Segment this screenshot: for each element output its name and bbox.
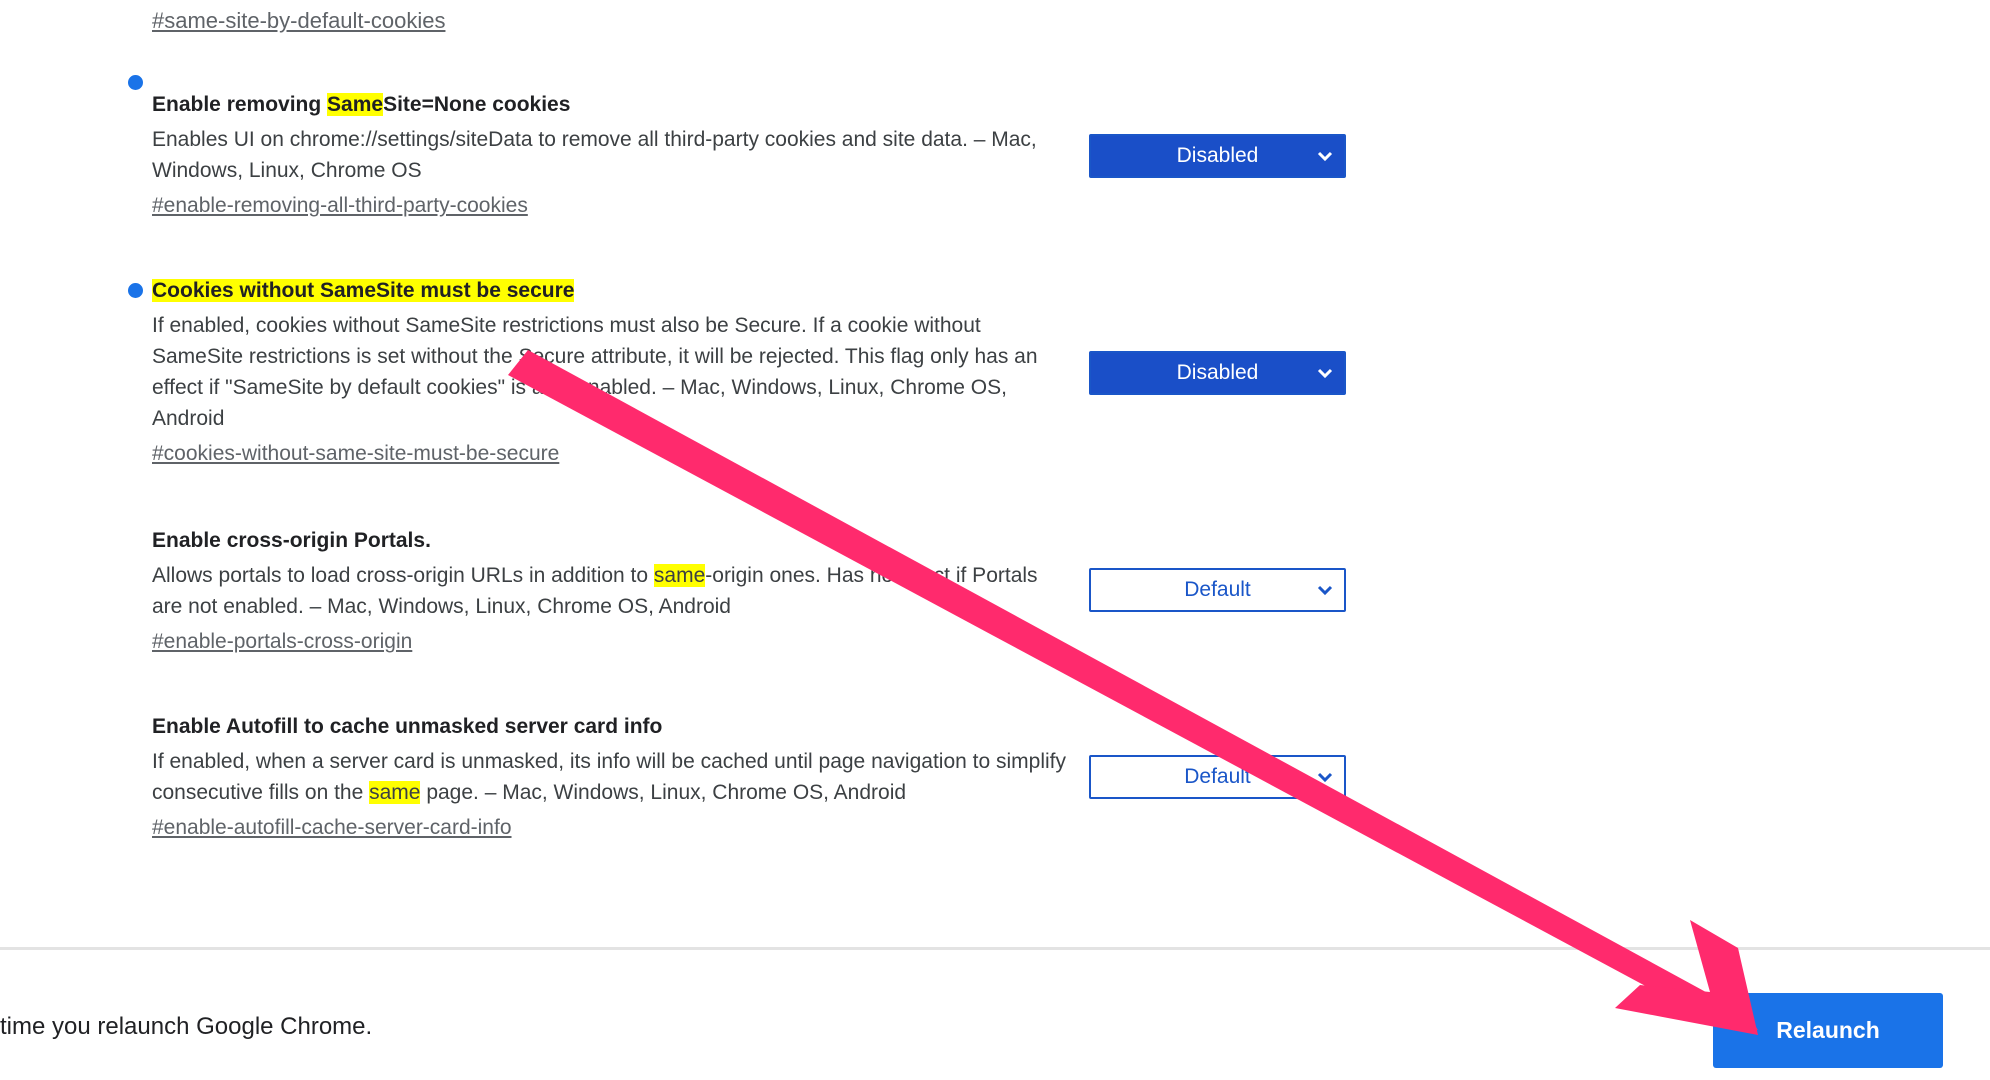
flag-link-same-site-by-default[interactable]: #same-site-by-default-cookies (152, 8, 445, 34)
flag-select-enable-removing-samesite-none[interactable]: Disabled (1089, 134, 1346, 178)
select-value: Disabled (1176, 361, 1259, 384)
relaunch-button[interactable]: Relaunch (1713, 993, 1943, 1068)
chevron-down-icon (1317, 368, 1333, 379)
flag-link[interactable]: #enable-portals-cross-origin (152, 626, 412, 657)
flag-enable-cross-origin-portals: Enable cross-origin Portals. Allows port… (152, 526, 1072, 657)
flag-select-cookies-without-samesite-secure[interactable]: Disabled (1089, 351, 1346, 395)
chevron-down-icon (1317, 151, 1333, 162)
flag-select-enable-cross-origin-portals[interactable]: Default (1089, 568, 1346, 612)
flags-page: #same-site-by-default-cookies Enable rem… (0, 0, 1990, 1080)
flag-description: Allows portals to load cross-origin URLs… (152, 564, 1038, 618)
relaunch-message: time you relaunch Google Chrome. (0, 1013, 373, 1040)
footer-divider (0, 947, 1990, 950)
flag-select-enable-autofill-cache-server-card[interactable]: Default (1089, 755, 1346, 799)
select-value: Default (1184, 765, 1251, 788)
flag-enable-removing-samesite-none: Enable removing SameSite=None cookies En… (152, 90, 1072, 221)
modified-indicator-dot (128, 283, 143, 298)
flag-description: If enabled, when a server card is unmask… (152, 750, 1066, 804)
flag-description: If enabled, cookies without SameSite res… (152, 314, 1038, 430)
flag-link[interactable]: #enable-autofill-cache-server-card-info (152, 812, 512, 843)
flag-title: Cookies without SameSite must be secure (152, 279, 575, 302)
flag-enable-autofill-cache-server-card: Enable Autofill to cache unmasked server… (152, 712, 1072, 843)
select-value: Default (1184, 578, 1251, 601)
flag-link[interactable]: #cookies-without-same-site-must-be-secur… (152, 438, 559, 469)
flag-description: Enables UI on chrome://settings/siteData… (152, 128, 1037, 182)
flag-title: Enable removing SameSite=None cookies (152, 93, 571, 116)
flag-cookies-without-samesite-secure: Cookies without SameSite must be secure … (152, 276, 1072, 469)
flag-title: Enable cross-origin Portals. (152, 529, 431, 552)
flag-title: Enable Autofill to cache unmasked server… (152, 715, 663, 738)
chevron-down-icon (1317, 585, 1333, 596)
flag-link[interactable]: #enable-removing-all-third-party-cookies (152, 190, 528, 221)
modified-indicator-dot (128, 75, 143, 90)
chevron-down-icon (1317, 772, 1333, 783)
select-value: Disabled (1176, 144, 1259, 167)
